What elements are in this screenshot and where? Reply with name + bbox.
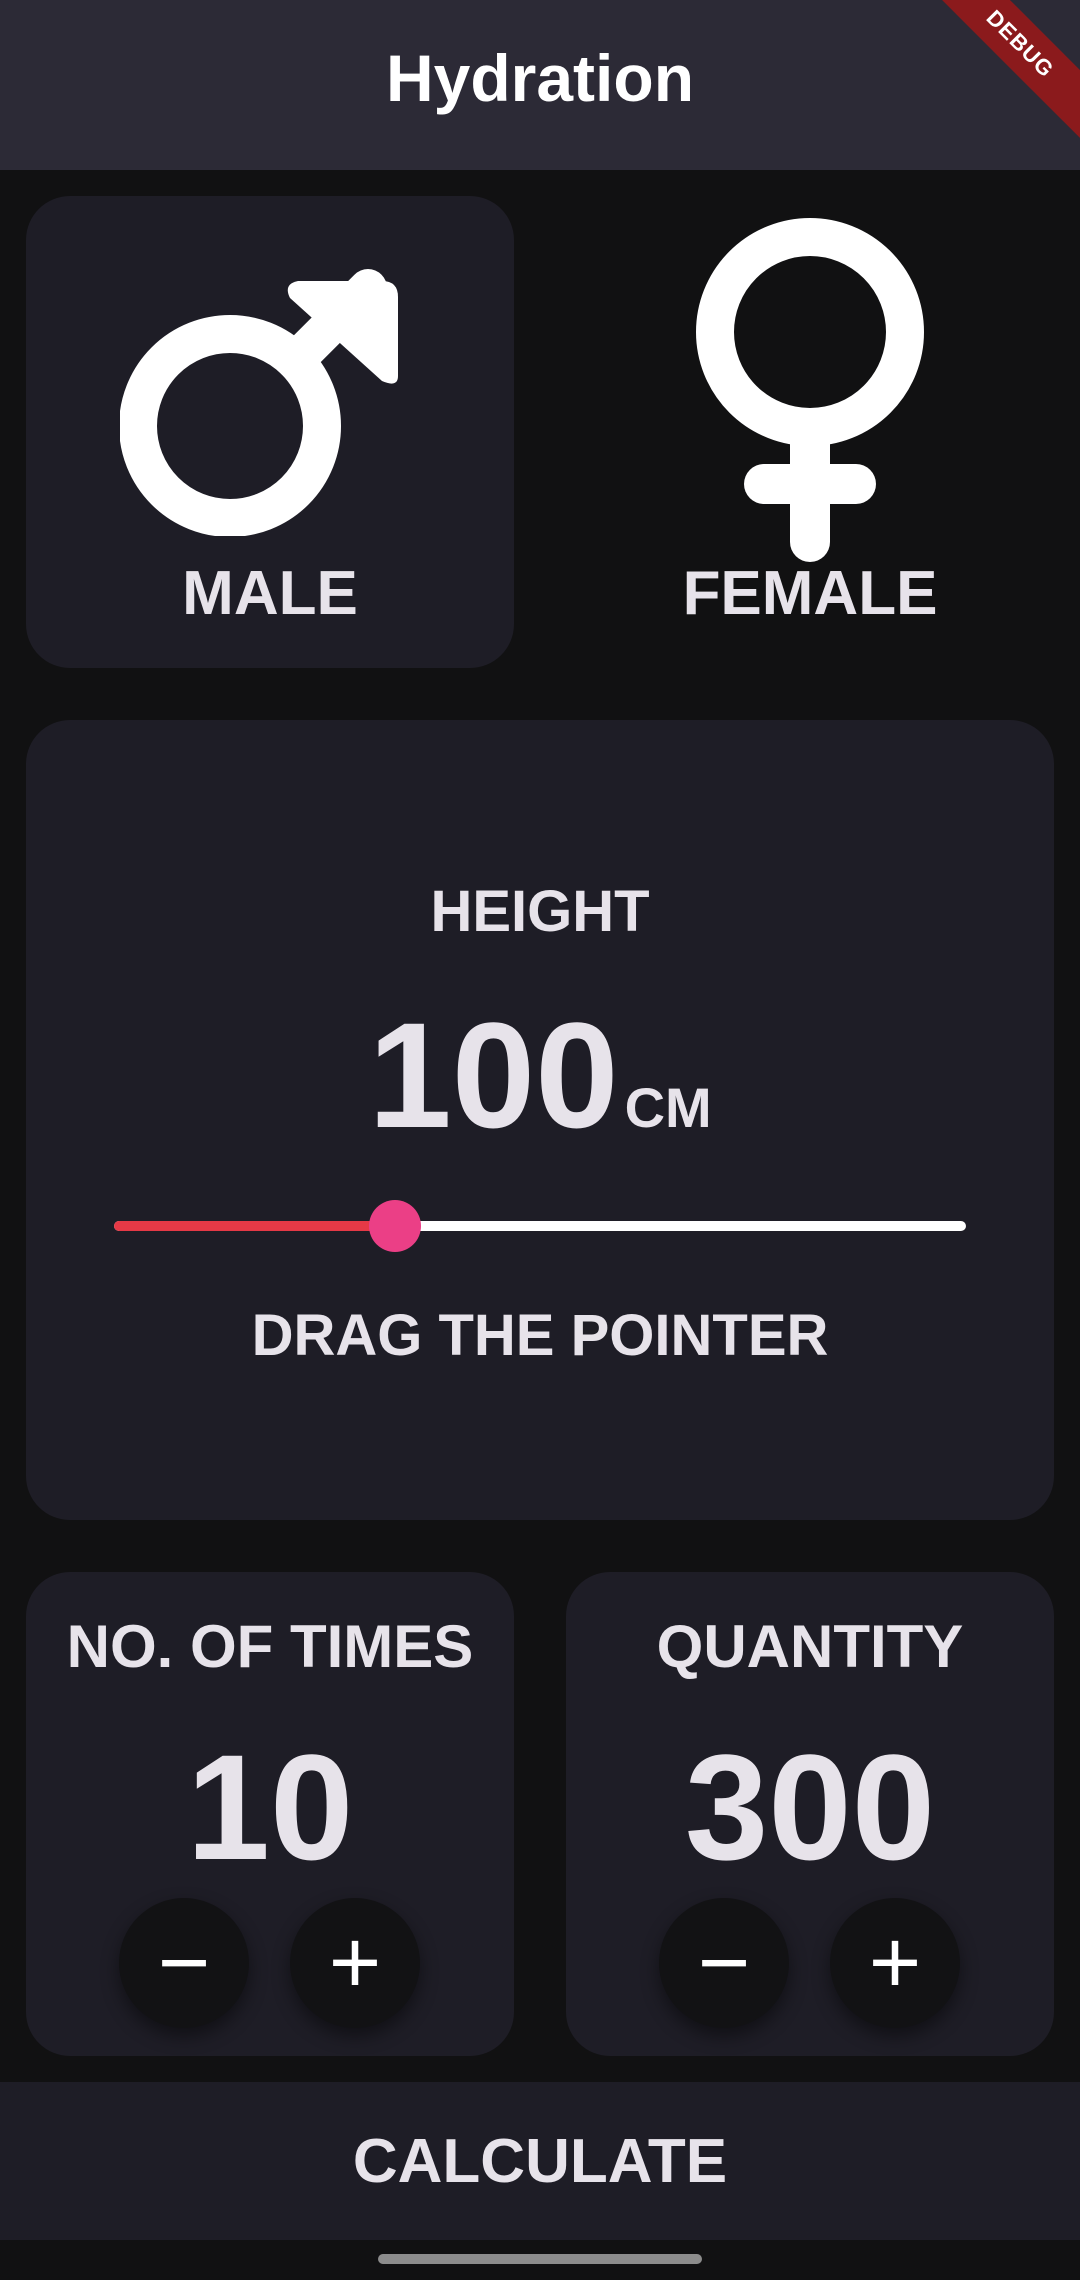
female-label: FEMALE	[682, 559, 938, 628]
slider-active-track	[114, 1221, 396, 1231]
height-slider[interactable]	[114, 1196, 966, 1256]
home-indicator[interactable]	[378, 2254, 702, 2264]
female-card[interactable]: FEMALE	[566, 196, 1054, 668]
calculate-button[interactable]: CALCULATE	[0, 2082, 1080, 2240]
quantity-decrement-button[interactable]: −	[659, 1898, 789, 2028]
times-value: 10	[186, 1723, 354, 1891]
times-increment-button[interactable]: +	[290, 1898, 420, 2028]
times-card: NO. OF TIMES 10 − +	[26, 1572, 514, 2056]
slider-thumb[interactable]	[369, 1200, 422, 1252]
times-label: NO. OF TIMES	[66, 1613, 474, 1680]
female-symbol-icon	[696, 218, 924, 562]
height-readout: 100 CM	[0, 1000, 1080, 1150]
male-card[interactable]: MALE	[26, 196, 514, 668]
male-label: MALE	[182, 559, 358, 628]
page-title: Hydration	[385, 41, 695, 115]
quantity-increment-button[interactable]: +	[830, 1898, 960, 2028]
app-bar: Hydration	[0, 0, 1080, 170]
quantity-card: QUANTITY 300 − +	[566, 1572, 1054, 2056]
quantity-value: 300	[684, 1723, 936, 1891]
times-decrement-button[interactable]: −	[119, 1898, 249, 2028]
height-label: HEIGHT	[430, 879, 650, 944]
quantity-label: QUANTITY	[656, 1613, 964, 1680]
height-unit: CM	[624, 1076, 712, 1139]
drag-hint: DRAG THE POINTER	[251, 1303, 829, 1368]
height-value: 100	[368, 991, 619, 1159]
male-symbol-icon	[120, 269, 398, 536]
